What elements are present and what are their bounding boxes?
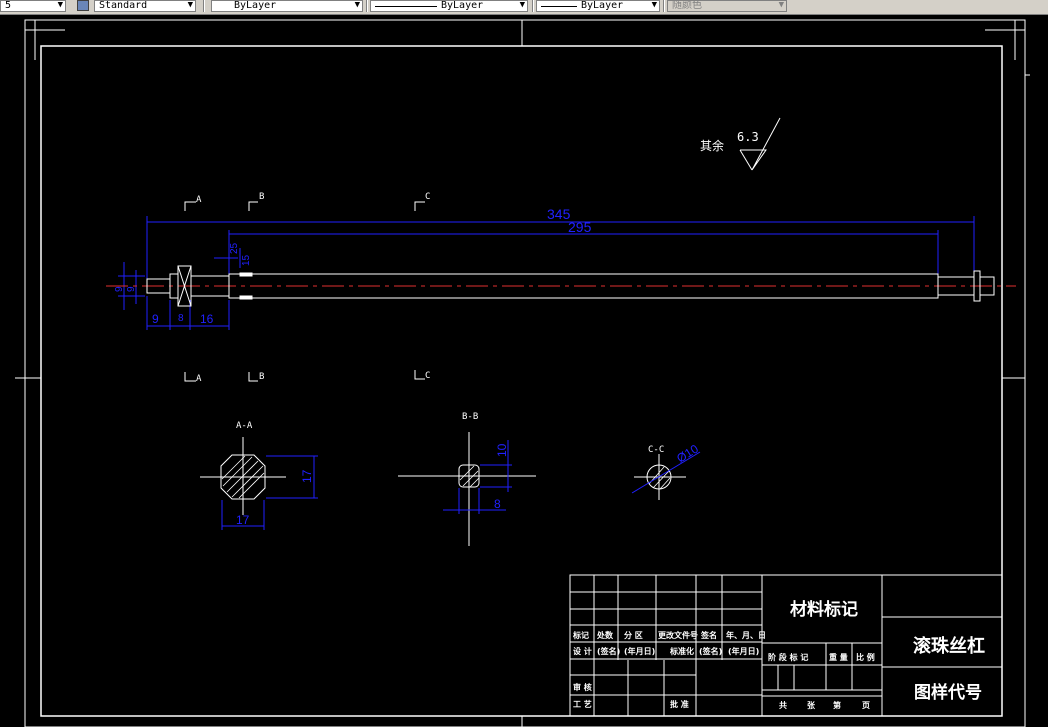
- section-aa-height: 17: [300, 469, 314, 483]
- section-bb-view: 8 10: [398, 432, 536, 546]
- header-signature: 签名: [700, 630, 717, 640]
- dim-9a: 9: [114, 286, 125, 292]
- roughness-check-icon-left: [739, 149, 753, 171]
- drawing-canvas[interactable]: 其余 6.3 A B C A B C 345 295 9 8 16 25 15 …: [0, 0, 1048, 727]
- roughness-value: 6.3: [737, 130, 759, 144]
- design-label: 设 计: [573, 646, 592, 656]
- header-change-doc: 更改文件号: [658, 630, 698, 640]
- section-cc-diameter: Ø10: [674, 441, 701, 465]
- sheet-border: [24, 19, 1026, 727]
- surface-roughness-symbol: 其余 6.3: [700, 117, 781, 171]
- sheet-total-label: 共: [779, 700, 787, 710]
- section-aa-title: A-A: [236, 421, 253, 431]
- section-bb-width: 8: [494, 497, 501, 511]
- dim-8: 8: [178, 313, 184, 324]
- roughness-check-icon: [740, 117, 781, 171]
- header-mark: 标记: [572, 630, 589, 640]
- section-marker-c-top: C: [425, 192, 430, 202]
- standardization-label: 标准化: [669, 646, 694, 656]
- section-cut-marks: [184, 201, 425, 382]
- section-cc-title: C-C: [648, 445, 664, 455]
- design-sign: (签名): [597, 646, 620, 656]
- dim-9b: 9: [126, 286, 137, 292]
- stage-mark-header: 阶 段 标 记: [768, 652, 808, 662]
- sheet-page-label: 页: [862, 701, 870, 710]
- dim-25: 25: [229, 242, 240, 254]
- drawing-number-label: 图样代号: [914, 682, 982, 703]
- section-marker-c-bottom: C: [425, 371, 430, 381]
- section-marker-b-bottom: B: [259, 372, 264, 382]
- standardization-date: (年月日): [728, 646, 759, 656]
- section-marker-b-top: B: [259, 192, 264, 202]
- section-bb-height: 10: [495, 443, 509, 457]
- section-marker-a-bottom: A: [196, 374, 202, 384]
- header-count: 处数: [596, 630, 614, 640]
- dim-16: 16: [200, 312, 214, 326]
- header-date: 年、月、日: [726, 630, 766, 640]
- part-name: 滚珠丝杠: [913, 635, 985, 657]
- dim-15: 15: [241, 254, 252, 266]
- section-cc-view: Ø10: [631, 441, 701, 500]
- header-zone: 分 区: [624, 630, 643, 640]
- dim-9: 9: [152, 312, 159, 326]
- material-mark-label: 材料标记: [790, 599, 858, 620]
- centering-marks: [15, 20, 1030, 727]
- sheet-unit-label: 张: [807, 701, 816, 710]
- section-bb-title: B-B: [462, 412, 478, 422]
- design-date: (年月日): [624, 646, 655, 656]
- scale-header: 比 例: [856, 652, 875, 662]
- sheet-index-label: 第: [833, 700, 841, 710]
- dim-thread-length: 295: [568, 219, 592, 235]
- section-aa-width: 17: [236, 513, 250, 527]
- process-label: 工 艺: [573, 699, 592, 709]
- approve-label: 批 准: [670, 699, 689, 709]
- section-marker-a-top: A: [196, 195, 202, 205]
- review-label: 审 核: [573, 682, 592, 692]
- standardization-sign: (签名): [699, 646, 722, 656]
- roughness-label: 其余: [700, 138, 724, 153]
- weight-header: 重 量: [829, 652, 848, 662]
- section-aa-view: 17 17: [200, 437, 318, 530]
